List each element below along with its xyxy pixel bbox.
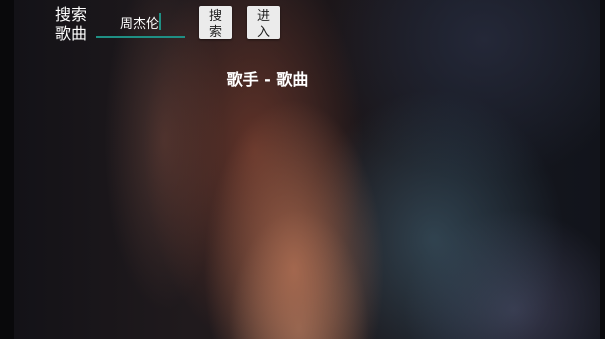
right-edge (600, 0, 605, 339)
search-button[interactable]: 搜索 (199, 6, 232, 39)
enter-button-label: 进入 (256, 9, 270, 39)
enter-button[interactable]: 进入 (247, 6, 280, 39)
music-search-screen: 搜索歌曲 搜索 进入 歌手 - 歌曲 (0, 0, 605, 339)
blurred-background-image (14, 0, 600, 339)
search-field[interactable] (96, 10, 185, 38)
artist-song-text: 歌手 - 歌曲 (226, 70, 309, 89)
search-input[interactable] (120, 12, 180, 32)
text-cursor (159, 13, 161, 30)
search-song-label: 搜索歌曲 (55, 5, 88, 43)
search-button-label: 搜索 (208, 9, 222, 39)
now-playing-title: 歌手 - 歌曲 (0, 66, 605, 90)
left-edge (0, 0, 14, 339)
